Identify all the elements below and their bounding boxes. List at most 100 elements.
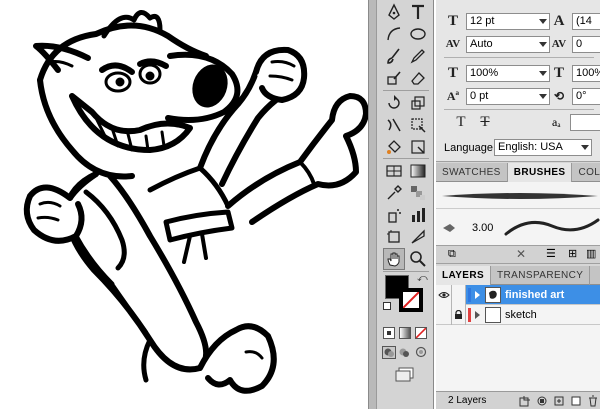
karate-dog-artwork <box>23 10 368 394</box>
graph-tool-icon[interactable] <box>407 204 429 226</box>
lock-toggle[interactable] <box>452 284 466 305</box>
options-icon[interactable]: ☰ <box>546 247 556 260</box>
delete-layer-icon[interactable] <box>587 394 600 408</box>
rotation-icon: ⟲ <box>553 88 565 103</box>
gradient-mode-icon[interactable] <box>399 327 411 339</box>
leading-field[interactable]: (14 <box>572 12 600 30</box>
layer-color-indicator <box>468 287 471 302</box>
perspective-grid-icon[interactable] <box>383 160 405 182</box>
illustrator-window: ⤺ T 12 pt A (14 AV Auto AV 0 T 100% T 10… <box>0 0 600 409</box>
tab-color[interactable]: COLOR <box>572 163 600 182</box>
slice-tool-icon[interactable] <box>407 226 429 248</box>
horizontal-scale-icon: T <box>553 64 564 81</box>
chevron-down-icon[interactable] <box>539 18 547 24</box>
screen-mode-icon[interactable] <box>393 366 419 382</box>
brush-stroke-wave[interactable] <box>504 214 600 240</box>
make-clipping-mask-icon[interactable] <box>535 394 548 408</box>
live-paint-selection-icon[interactable] <box>407 136 429 158</box>
pen-tool-icon[interactable] <box>383 1 405 23</box>
tab-layers[interactable]: LAYERS <box>436 266 492 285</box>
eyedropper-tool-icon[interactable] <box>383 182 405 204</box>
scale-tool-icon[interactable] <box>407 92 429 114</box>
new-brush-icon[interactable]: ⊞ <box>568 247 577 260</box>
draw-normal-icon[interactable] <box>382 346 396 359</box>
toolbox-divider <box>383 90 429 91</box>
default-colors-icon[interactable] <box>383 302 391 310</box>
layer-row-finished-art[interactable]: finished art <box>436 284 600 305</box>
new-sublayer-icon[interactable] <box>552 394 565 408</box>
layer-thumbnail <box>485 286 501 303</box>
layer-count: 2 Layers <box>448 395 487 406</box>
toolbox-divider <box>383 271 429 272</box>
chevron-down-icon[interactable] <box>539 70 547 76</box>
lock-icon[interactable] <box>452 304 466 325</box>
vertical-scale-icon: T <box>447 64 458 81</box>
brush-libraries-icon[interactable]: ⧉ <box>448 248 456 261</box>
hand-tool-icon[interactable] <box>383 248 405 270</box>
anti-aliasing-field[interactable] <box>570 114 600 131</box>
artboard-tool-icon[interactable] <box>383 226 405 248</box>
ellipse-tool-icon[interactable] <box>407 23 429 45</box>
horizontal-scale-field[interactable]: 100% <box>572 64 600 82</box>
swap-fill-stroke-icon[interactable]: ⤺ <box>417 273 428 284</box>
zoom-tool-icon[interactable] <box>407 248 429 270</box>
expand-arrow-icon[interactable] <box>475 310 480 319</box>
artboard-canvas[interactable] <box>0 0 368 409</box>
canvas-scroll-edge[interactable] <box>368 0 376 409</box>
rotation-field[interactable]: 0° <box>572 87 600 105</box>
tracking-field[interactable]: 0 <box>572 35 600 53</box>
panel-divider <box>444 109 594 110</box>
delete-brush-icon[interactable]: ▥ <box>586 247 596 260</box>
none-mode-icon[interactable] <box>415 327 427 339</box>
layer-name[interactable]: finished art <box>505 289 564 301</box>
blob-brush-icon[interactable] <box>383 67 405 89</box>
layer-color-indicator <box>468 307 471 322</box>
free-transform-icon[interactable] <box>407 114 429 136</box>
font-size-icon: T <box>447 12 458 29</box>
new-layer-icon[interactable] <box>570 394 583 408</box>
draw-behind-icon[interactable] <box>398 346 412 359</box>
rotate-tool-icon[interactable] <box>383 92 405 114</box>
anti-aliasing-icon: aₐ <box>552 115 561 129</box>
draw-inside-icon[interactable] <box>414 346 428 359</box>
chevron-down-icon[interactable] <box>539 93 547 99</box>
layer-thumbnail <box>485 306 501 323</box>
live-paint-bucket-icon[interactable] <box>383 136 405 158</box>
language-select[interactable]: English: USA <box>494 139 592 156</box>
blend-tool-icon[interactable] <box>407 182 429 204</box>
warp-tool-icon[interactable] <box>383 114 405 136</box>
brush-stroke-calligraphic[interactable] <box>440 188 600 204</box>
tools-panel: ⤺ <box>376 0 434 409</box>
vertical-scale-field[interactable]: 100% <box>466 64 550 82</box>
strikethrough-icon[interactable]: T <box>476 113 494 131</box>
chevron-down-icon[interactable] <box>581 145 589 150</box>
layer-row-sketch[interactable]: sketch <box>436 304 600 325</box>
font-size-field[interactable]: 12 pt <box>466 12 550 30</box>
underline-icon[interactable]: T <box>452 113 470 131</box>
locate-object-icon[interactable] <box>518 394 531 408</box>
remove-brush-stroke-icon[interactable]: ✕ <box>516 247 526 261</box>
color-mode-icon[interactable] <box>383 327 395 339</box>
expand-arrow-icon[interactable] <box>475 290 480 299</box>
gradient-tool-icon[interactable] <box>407 160 429 182</box>
kerning-icon: AV <box>445 38 461 50</box>
kerning-field[interactable]: Auto <box>466 35 550 53</box>
layer-name[interactable]: sketch <box>505 309 537 321</box>
tracking-icon: AV <box>551 38 567 50</box>
tab-transparency[interactable]: TRANSPARENCY <box>491 266 591 285</box>
tab-brushes[interactable]: BRUSHES <box>507 163 573 182</box>
tab-swatches[interactable]: SWATCHES <box>436 163 508 182</box>
stroke-color-swatch[interactable] <box>399 288 423 312</box>
line-tool-icon[interactable] <box>383 23 405 45</box>
panel-divider <box>436 208 600 209</box>
visibility-eye-icon[interactable] <box>436 304 452 325</box>
baseline-shift-field[interactable]: 0 pt <box>466 87 550 105</box>
pencil-tool-icon[interactable] <box>407 45 429 67</box>
visibility-eye-icon[interactable] <box>436 284 452 305</box>
brush-tool-icon[interactable] <box>383 45 405 67</box>
type-tool-icon[interactable] <box>407 1 429 23</box>
chevron-down-icon[interactable] <box>539 41 547 47</box>
symbol-sprayer-icon[interactable] <box>383 204 405 226</box>
eraser-icon[interactable] <box>407 67 429 89</box>
baseline-shift-icon: Aª <box>446 88 460 103</box>
